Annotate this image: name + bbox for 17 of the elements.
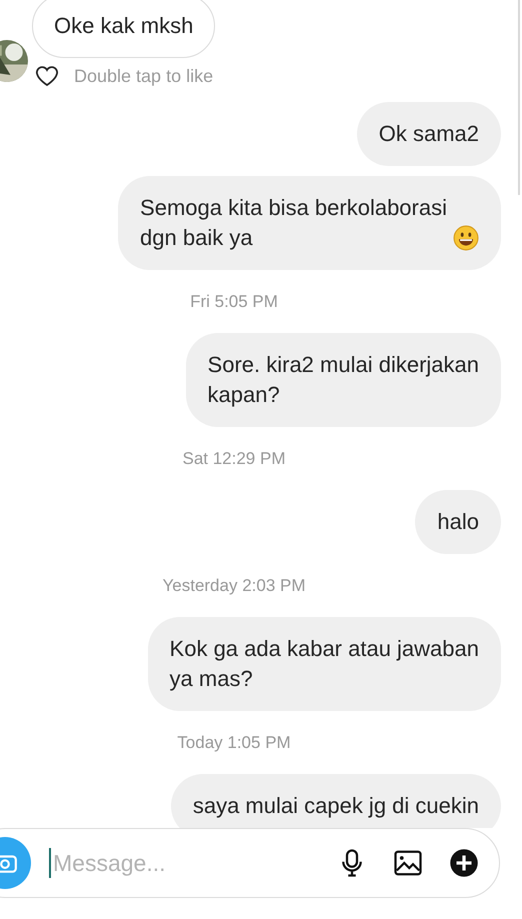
message-bubble: saya mulai capek jg di cuekin — [170, 774, 501, 828]
message-bubble: Oke kak mksh — [32, 0, 216, 58]
heart-icon[interactable] — [34, 64, 60, 88]
message-bubble: Kok ga ada kabar atau jawaban ya mas? — [148, 617, 501, 711]
timestamp: Today 1:05 PM — [176, 733, 292, 753]
plus-icon[interactable] — [449, 848, 479, 878]
timestamp: Sat 12:29 PM — [181, 449, 286, 469]
message-bubble: Ok sama2 — [356, 102, 501, 166]
timestamp: Fri 5:05 PM — [189, 292, 279, 312]
message-bubble: Semoga kita bisa berkolaborasi dgn baik ya — [118, 176, 501, 270]
message-bubble: Sore. kira2 mulai dikerjakan kapan? — [186, 333, 501, 427]
image-icon[interactable] — [393, 848, 423, 878]
message-bubble: halo — [415, 490, 501, 554]
message-field[interactable]: Message... — [51, 850, 311, 876]
like-hint: Double tap to like — [74, 66, 214, 86]
timestamp: Yesterday 2:03 PM — [161, 576, 306, 596]
text-cursor — [49, 848, 51, 878]
